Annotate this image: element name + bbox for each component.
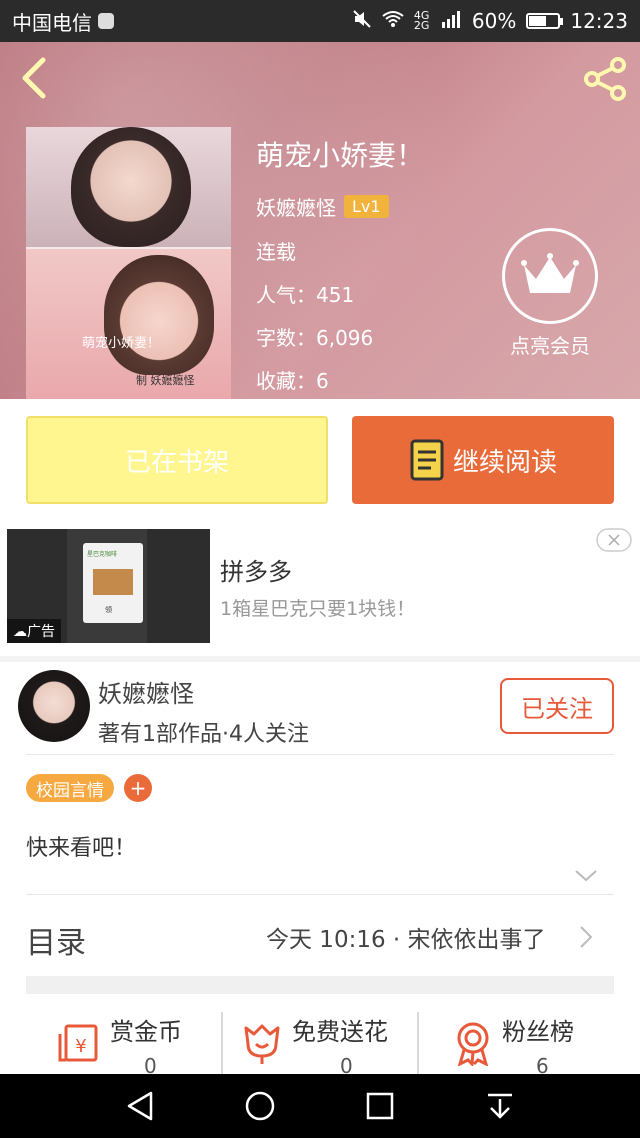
book-author-row: 妖嬷嬷怪 Lv1 bbox=[256, 192, 389, 221]
back-button[interactable] bbox=[14, 56, 54, 100]
nav-notifications-button[interactable] bbox=[480, 1088, 520, 1124]
stats-separator bbox=[417, 1012, 419, 1074]
battery-percent: 60% bbox=[471, 9, 517, 33]
wifi-icon bbox=[382, 10, 404, 32]
in-bookshelf-label: 已在书架 bbox=[124, 447, 229, 478]
stats-bar: ¥ 赏金币 0 免费送花 0 粉丝榜 6 bbox=[0, 1006, 640, 1078]
cover-author-text: 制 妖嬷嬷怪 bbox=[136, 374, 195, 387]
close-icon bbox=[596, 528, 632, 552]
chevron-down-icon bbox=[575, 870, 597, 882]
book-cover[interactable]: 萌宠小娇妻！ 制 妖嬷嬷怪 bbox=[26, 127, 231, 399]
ad-product-card: 星巴克咖啡 领 bbox=[83, 543, 143, 623]
red-envelope-icon: ¥ bbox=[58, 1024, 98, 1062]
send-flower-button[interactable]: 免费送花 0 bbox=[224, 1006, 416, 1078]
cloud-icon: ☁ bbox=[13, 624, 27, 640]
continue-reading-label: 继续阅读 bbox=[452, 447, 557, 478]
square-recents-icon bbox=[366, 1092, 394, 1120]
system-nav-bar bbox=[0, 1074, 640, 1138]
ad-thumbnail: 星巴克咖啡 领 ☁广告 bbox=[7, 529, 210, 643]
book-icon bbox=[410, 439, 444, 481]
mute-icon bbox=[352, 9, 372, 33]
svg-text:¥: ¥ bbox=[75, 1036, 86, 1057]
ad-banner[interactable]: 星巴克咖啡 领 ☁广告 拼多多 1箱星巴克只要1块钱！ bbox=[0, 522, 640, 656]
ad-title: 拼多多 bbox=[220, 558, 292, 586]
share-button[interactable] bbox=[580, 54, 630, 104]
expand-intro-button[interactable] bbox=[574, 868, 598, 887]
fan-rank-button[interactable]: 粉丝榜 6 bbox=[420, 1006, 640, 1078]
section-gap bbox=[26, 976, 614, 994]
follow-label: 已关注 bbox=[521, 694, 593, 723]
toc-label[interactable]: 目录 bbox=[26, 918, 86, 962]
author-card-name[interactable]: 妖嬷嬷怪 bbox=[98, 674, 194, 709]
avatar[interactable] bbox=[18, 670, 90, 742]
continue-reading-button[interactable]: 继续阅读 bbox=[352, 416, 614, 504]
vip-circle bbox=[502, 228, 598, 324]
circle-home-icon bbox=[245, 1091, 275, 1121]
stats-separator bbox=[221, 1012, 223, 1074]
vip-label: 点亮会员 bbox=[510, 334, 590, 358]
in-bookshelf-button[interactable]: 已在书架 bbox=[26, 416, 328, 504]
nav-back-button[interactable] bbox=[120, 1088, 160, 1124]
ad-tag-label: 广告 bbox=[27, 624, 55, 640]
chevron-left-icon bbox=[22, 57, 46, 99]
book-word-count: 字数：6,096 bbox=[256, 326, 374, 350]
book-header: 萌宠小娇妻！ 制 妖嬷嬷怪 萌宠小娇妻！ 妖嬷嬷怪 Lv1 连载 人气：451 … bbox=[0, 42, 640, 399]
book-favorites: 收藏：6 bbox=[256, 369, 329, 393]
vip-button[interactable]: 点亮会员 bbox=[500, 228, 600, 359]
carrier-name: 中国电信 bbox=[12, 10, 92, 35]
medal-icon bbox=[457, 1022, 489, 1066]
divider bbox=[26, 754, 614, 755]
pull-down-icon bbox=[488, 1093, 512, 1119]
book-author[interactable]: 妖嬷嬷怪 bbox=[256, 192, 336, 221]
genre-tag[interactable]: 校园言情 bbox=[26, 774, 114, 802]
battery-fill bbox=[529, 16, 547, 26]
divider bbox=[26, 894, 614, 895]
cover-portrait-male bbox=[104, 255, 214, 375]
nav-home-button[interactable] bbox=[240, 1088, 280, 1124]
send-flower-label: 免费送花 bbox=[292, 1018, 388, 1046]
status-bar: 中国电信 4G 2G 60% 12:23 bbox=[0, 0, 640, 42]
flower-icon bbox=[244, 1024, 280, 1064]
follow-button[interactable]: 已关注 bbox=[500, 678, 614, 734]
latest-chapter-link[interactable]: 今天 10:16 · 宋依依出事了 bbox=[266, 920, 546, 954]
battery-icon bbox=[526, 13, 564, 29]
status-left: 中国电信 bbox=[12, 7, 114, 36]
reward-coins-label: 赏金币 bbox=[110, 1018, 182, 1046]
clock: 12:23 bbox=[570, 9, 628, 33]
ad-card-title: 星巴克咖啡 bbox=[87, 551, 118, 558]
book-popularity: 人气：451 bbox=[256, 283, 355, 307]
author-level-badge: Lv1 bbox=[344, 195, 389, 218]
ad-description: 1箱星巴克只要1块钱！ bbox=[220, 598, 416, 620]
signal-icon bbox=[441, 10, 462, 32]
share-icon bbox=[584, 57, 626, 101]
ad-close-button[interactable] bbox=[596, 528, 632, 556]
status-right: 4G 2G 60% 12:23 bbox=[352, 9, 628, 33]
carrier-badge-icon bbox=[98, 13, 114, 29]
add-tag-button[interactable]: + bbox=[124, 774, 152, 802]
cover-portrait-female bbox=[71, 127, 191, 247]
book-intro: 快来看吧！ bbox=[26, 836, 137, 861]
ad-card-caption: 领 bbox=[105, 606, 112, 614]
ad-tag: ☁广告 bbox=[7, 619, 61, 643]
book-status: 连载 bbox=[256, 240, 296, 264]
crown-icon bbox=[521, 253, 579, 293]
cover-title-text: 萌宠小娇妻！ bbox=[82, 336, 161, 351]
chevron-right-icon bbox=[580, 926, 593, 948]
toc-arrow-button[interactable] bbox=[578, 924, 594, 954]
network-type-label: 4G 2G bbox=[413, 9, 430, 32]
author-section: 妖嬷嬷怪 著有1部作品·4人关注 已关注 校园言情 + 快来看吧！ 目录 今天 … bbox=[0, 662, 640, 972]
nav-recents-button[interactable] bbox=[360, 1088, 400, 1124]
ad-product-box bbox=[93, 569, 133, 595]
author-card-stats: 著有1部作品·4人关注 bbox=[98, 722, 309, 747]
fan-rank-label: 粉丝榜 bbox=[502, 1018, 574, 1046]
triangle-back-icon bbox=[127, 1091, 153, 1121]
reward-coins-button[interactable]: ¥ 赏金币 0 bbox=[0, 1006, 220, 1078]
book-title: 萌宠小娇妻！ bbox=[256, 139, 425, 172]
